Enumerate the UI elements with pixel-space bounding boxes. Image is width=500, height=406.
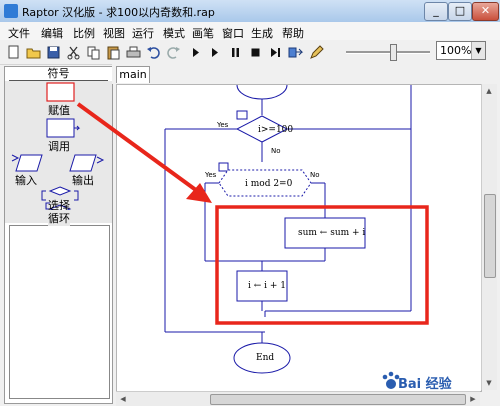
tab-strip: main [112, 64, 500, 84]
speed-slider-thumb[interactable] [390, 44, 397, 61]
pause-icon[interactable] [226, 43, 245, 62]
step-icon[interactable] [206, 43, 225, 62]
chevron-down-icon[interactable]: ▼ [471, 42, 485, 59]
flowchart-canvas[interactable]: i>=100 Yes No i mod 2=0 Yes No sum ← sum… [116, 84, 482, 392]
palette-label-assign[interactable]: 赋值 [48, 102, 70, 118]
call-symbol-icon [46, 118, 75, 138]
menu-help[interactable]: 帮助 [282, 25, 304, 41]
menu-edit[interactable]: 编辑 [41, 25, 63, 41]
menu-file[interactable]: 文件 [8, 25, 30, 41]
save-icon[interactable] [44, 43, 63, 62]
undo-icon[interactable] [144, 43, 163, 62]
loop-toggle-box [236, 110, 248, 120]
title-bar: Raptor 汉化版 - 求100以内奇数和.rap _ □ ✕ [0, 0, 500, 23]
print-icon[interactable] [124, 43, 143, 62]
stop-icon[interactable] [246, 43, 265, 62]
baidu-watermark: Bai 经验 [380, 364, 498, 400]
palette-label-call[interactable]: 调用 [48, 138, 70, 154]
tab-main[interactable]: main [116, 66, 150, 83]
menu-scale[interactable]: 比例 [73, 25, 95, 41]
raptor-app-icon [4, 4, 18, 18]
pen-icon[interactable] [306, 43, 325, 62]
flowchart-drawing [164, 85, 429, 374]
zoom-select[interactable]: 100% ▼ [436, 41, 486, 60]
vertical-scroll-thumb[interactable] [484, 194, 496, 278]
end-terminal-text: End [256, 353, 275, 363]
run-icon[interactable] [186, 43, 205, 62]
speed-slider-track[interactable] [346, 51, 430, 54]
symbols-header: 符号 [9, 68, 108, 81]
increment-assignment-text: i ← i + 1 [248, 281, 287, 291]
minimize-button[interactable]: _ [424, 2, 448, 21]
close-button[interactable]: ✕ [472, 2, 499, 21]
palette-label-loop[interactable]: 循环 [48, 210, 70, 226]
zoom-value: 100% [440, 44, 472, 57]
selection-yes-label: Yes [205, 171, 217, 179]
redo-icon[interactable] [164, 43, 183, 62]
loop-no-label: No [271, 147, 281, 155]
menu-bar: 文件 编辑 比例 视图 运行 模式 画笔 窗口 生成 帮助 [0, 22, 500, 40]
menu-window[interactable]: 窗口 [222, 25, 244, 41]
symbols-panel: 符号 赋值 调用 输入 输出 选择 循环 [4, 66, 113, 404]
palette-label-input[interactable]: 输入 [15, 172, 37, 188]
new-file-icon[interactable] [4, 43, 23, 62]
menu-pen[interactable]: 画笔 [192, 25, 214, 41]
menu-run[interactable]: 运行 [132, 25, 154, 41]
scroll-up-icon[interactable]: ▲ [482, 84, 496, 98]
scroll-left-icon[interactable]: ◀ [116, 392, 130, 406]
toolbar [0, 40, 500, 65]
loop-condition-text: i>=100 [258, 125, 294, 135]
selection-no-label: No [310, 171, 320, 179]
cut-icon[interactable] [64, 43, 83, 62]
window-title: Raptor 汉化版 - 求100以内奇数和.rap [22, 6, 215, 19]
menu-generate[interactable]: 生成 [251, 25, 273, 41]
sum-assignment-text: sum ← sum + i [298, 228, 366, 238]
generate-icon[interactable] [286, 43, 305, 62]
open-folder-icon[interactable] [24, 43, 43, 62]
copy-icon[interactable] [84, 43, 103, 62]
selection-symbol-icon [48, 186, 72, 196]
input-symbol-icon [15, 154, 43, 172]
symbol-palette: 赋值 调用 输入 输出 选择 循环 [5, 81, 112, 226]
loop-yes-label: Yes [217, 121, 229, 129]
watch-window [9, 225, 110, 399]
palette-label-output[interactable]: 输出 [72, 172, 94, 188]
menu-view[interactable]: 视图 [103, 25, 125, 41]
assignment-symbol-icon [46, 82, 75, 102]
maximize-button[interactable]: □ [448, 2, 472, 21]
raptor-window: Raptor 汉化版 - 求100以内奇数和.rap _ □ ✕ 文件 编辑 比… [0, 0, 500, 406]
output-symbol-icon [69, 154, 97, 172]
selection-condition-text: i mod 2=0 [245, 179, 293, 189]
paste-icon[interactable] [104, 43, 123, 62]
watermark-text: Bai 经验 [398, 377, 452, 392]
vertical-scrollbar[interactable]: ▲ ▼ [481, 84, 497, 390]
step-into-icon[interactable] [266, 43, 285, 62]
menu-mode[interactable]: 模式 [163, 25, 185, 41]
selection-toggle-box [218, 162, 229, 172]
start-connector-shape [236, 85, 288, 100]
